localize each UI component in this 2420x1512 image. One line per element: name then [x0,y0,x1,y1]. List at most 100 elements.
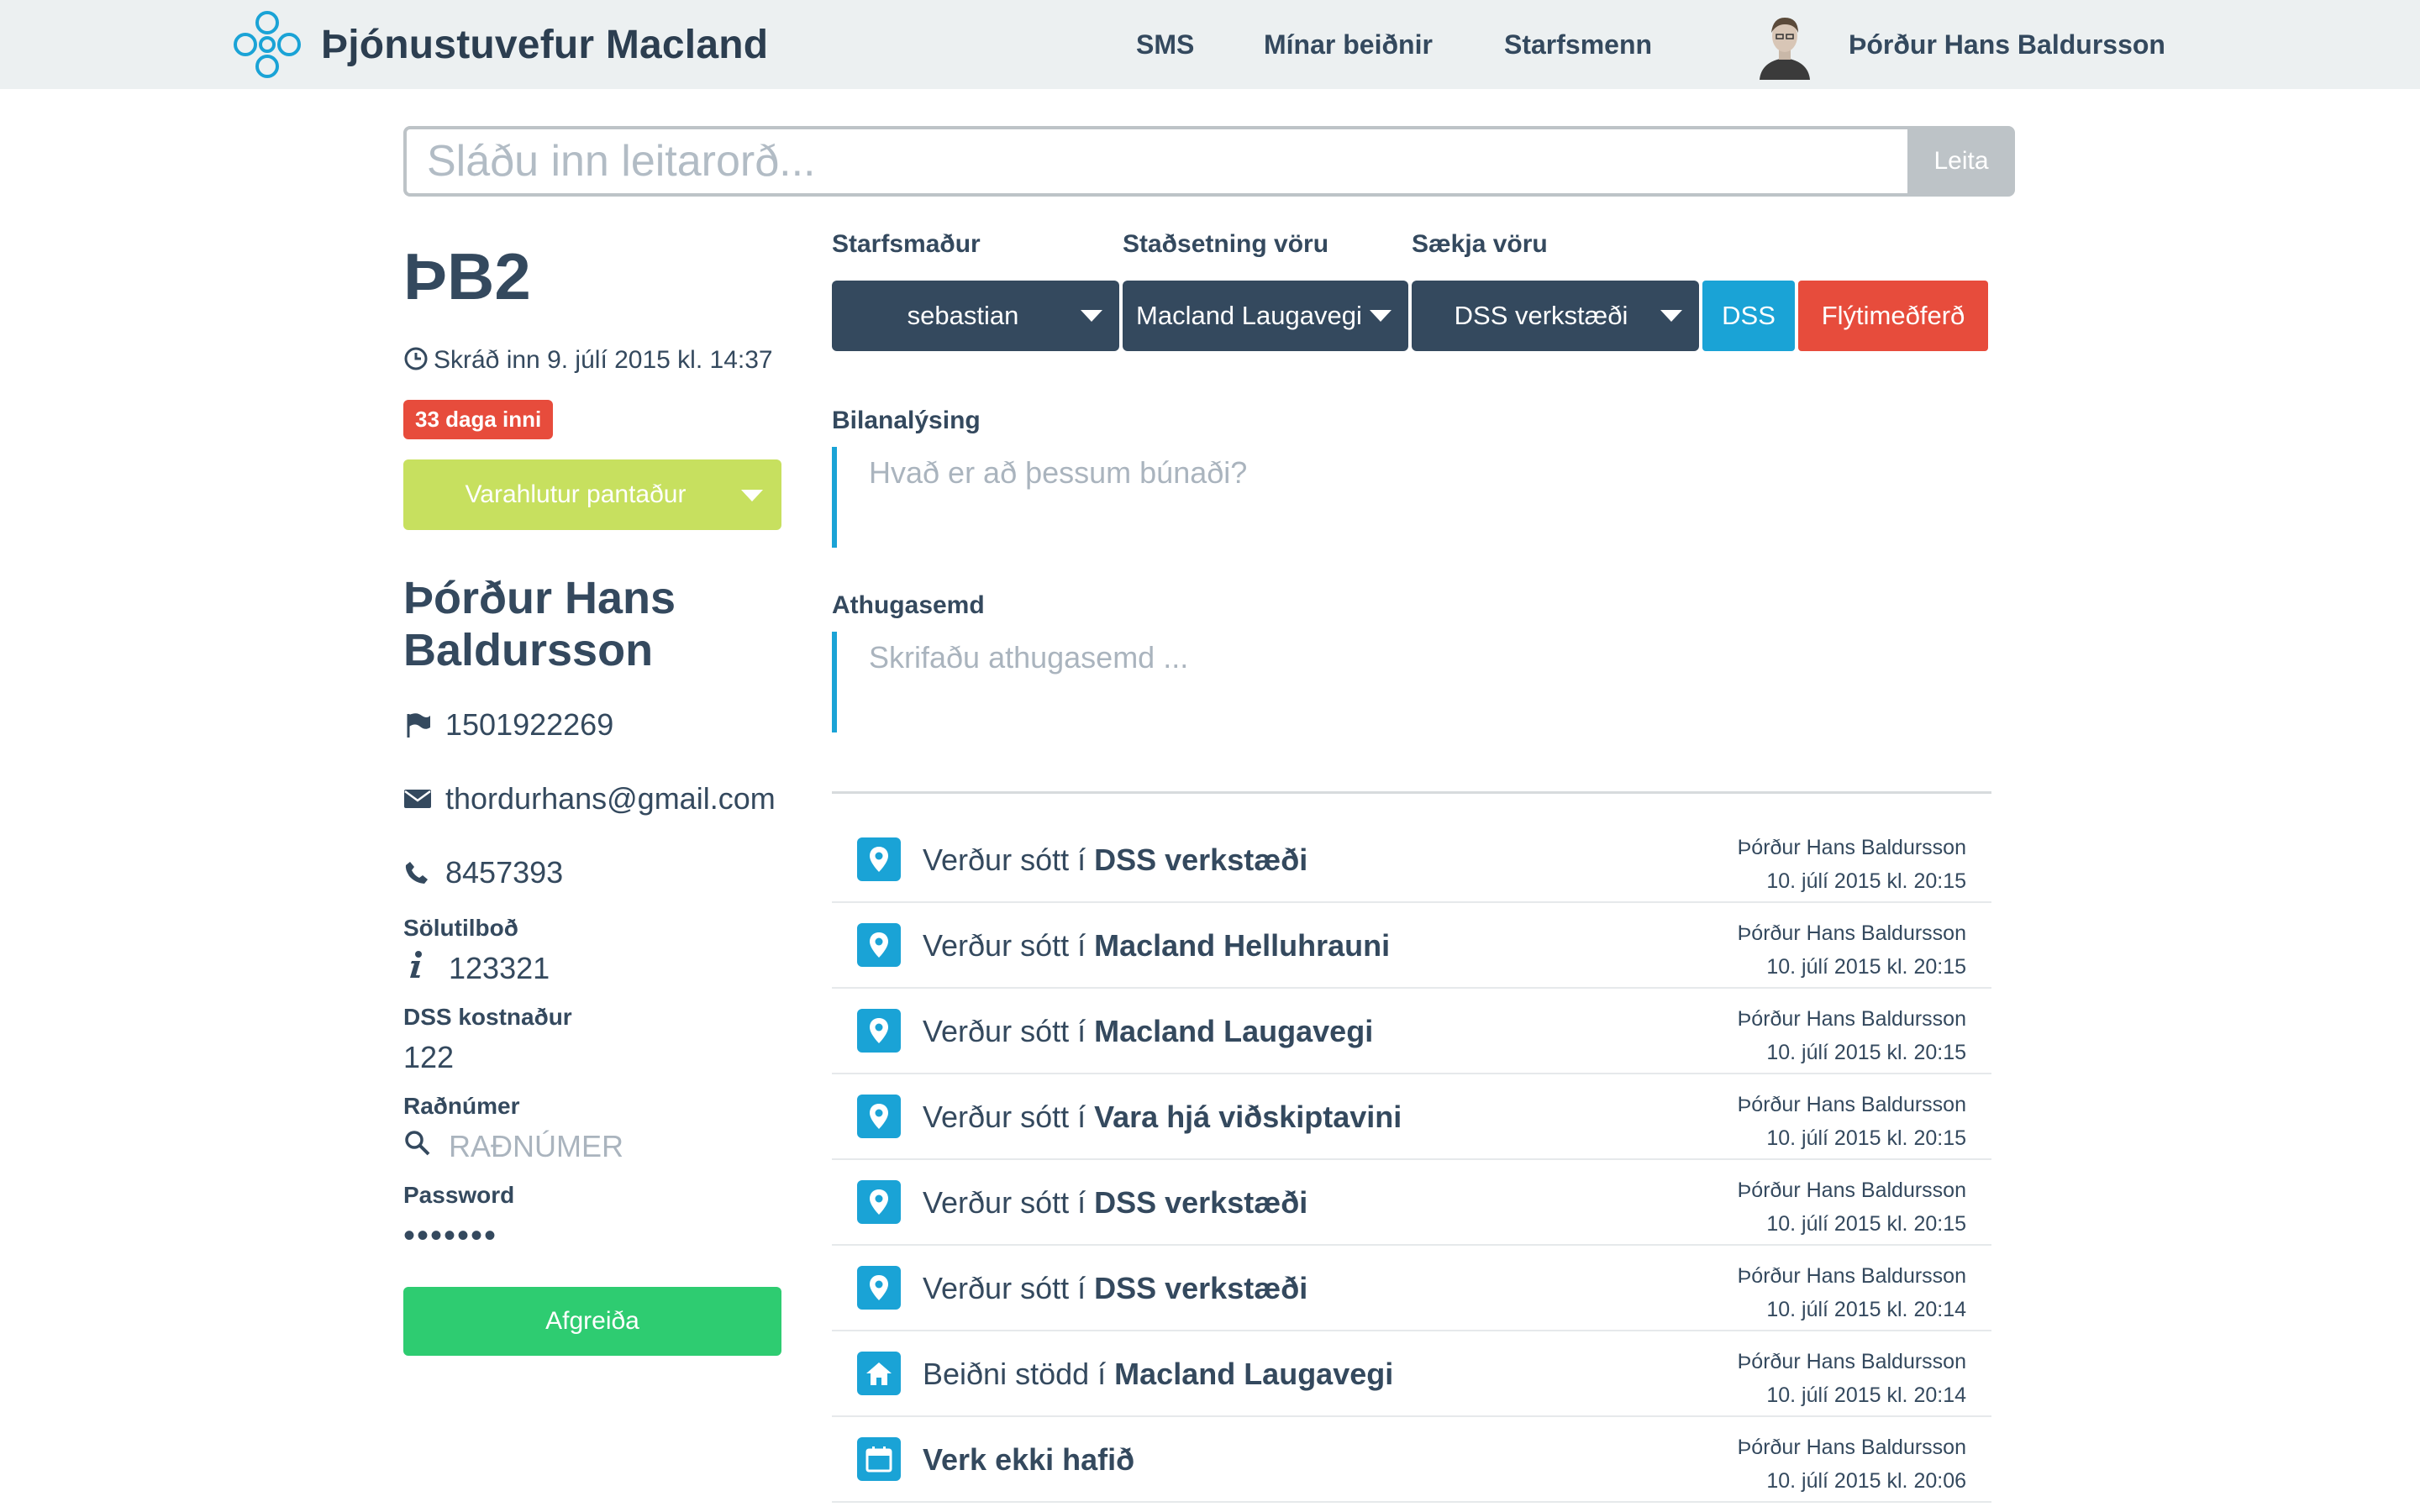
password-field[interactable]: ••••••• [403,1217,783,1255]
phone-icon [403,859,445,886]
checked-in-text: Skráð inn 9. júlí 2015 kl. 14:37 [434,346,773,374]
log-time: 10. júlí 2015 kl. 20:15 [1766,1126,1966,1150]
dss-cost-value[interactable]: 122 [403,1039,783,1076]
checked-in-info: Skráð inn 9. júlí 2015 kl. 14:37 [403,343,783,381]
days-in-badge: 33 daga inni [403,400,554,439]
calendar-icon [857,1437,901,1481]
location-pin-icon [857,837,901,881]
brand[interactable]: Þjónustuvefur Macland [227,7,768,82]
customer-kennitala: 1501922269 [403,700,783,750]
log-text: Beiðni stödd í Macland Laugavegi [923,1331,1393,1417]
chevron-down-icon [1081,310,1102,322]
log-row: Verk ekki hafið Þórður Hans Baldursson 10.… [832,1417,1991,1503]
macland-logo-icon [234,11,301,78]
ticket-sidebar: ÞB2 Skráð inn 9. júlí 2015 kl. 14:37 33 … [403,218,783,1356]
log-author: Þórður Hans Baldursson [1737,1350,1966,1373]
status-dropdown[interactable]: Varahlutur pantaður [403,459,781,530]
log-author: Þórður Hans Baldursson [1737,1436,1966,1459]
employee-label: Starfsmaður [832,230,981,258]
rush-button[interactable]: Flýtimeðferð [1798,281,1988,351]
kennitala-value: 1501922269 [445,707,614,742]
log-target: Macland Laugavegi [1114,1357,1394,1391]
log-meta: Þórður Hans Baldursson 10. júlí 2015 kl. … [1738,1431,1966,1498]
log-prefix: Verður sótt í [923,1100,1086,1134]
log-prefix: Verður sótt í [923,1185,1086,1220]
log-target: DSS verkstæði [1094,1185,1308,1220]
log-target: Vara hjá viðskiptavini [1094,1100,1402,1134]
log-meta: Þórður Hans Baldursson 10. júlí 2015 kl. … [1738,916,1966,984]
pickup-label: Sækja vöru [1412,230,1548,258]
log-target: Macland Helluhrauni [1094,928,1391,963]
location-pin-icon [857,1095,901,1138]
top-navbar: Þjónustuvefur Macland SMS Mínar beiðnir … [0,0,2420,89]
dss-cost-label: DSS kostnaður [403,1004,572,1030]
log-row: Verður sótt í Macland Laugavegi Þórður Han… [832,989,1991,1074]
search-input[interactable] [403,126,1907,197]
submit-button[interactable]: Afgreiða [403,1287,781,1356]
ticket-main: Starfsmaður Staðsetning vöru Sækja vöru … [832,218,1991,1503]
pickup-dropdown[interactable]: DSS verkstæði [1412,281,1699,351]
filter-labels: Starfsmaður Staðsetning vöru Sækja vöru [832,218,1991,269]
fault-description-label: Bilanalýsing [832,407,981,434]
user-menu[interactable]: Þórður Hans Baldursson [1753,5,2165,84]
log-author: Þórður Hans Baldursson [1737,1264,1966,1288]
log-time: 10. júlí 2015 kl. 20:15 [1766,869,1966,893]
nav-my-requests[interactable]: Mínar beiðnir [1264,0,1433,89]
dss-button[interactable]: DSS [1702,281,1795,351]
search-icon [403,1129,449,1165]
log-time: 10. júlí 2015 kl. 20:14 [1766,1383,1966,1407]
chevron-down-icon [1370,310,1392,322]
chevron-down-icon [1660,310,1682,322]
solutilbod-label: Sölutilboð [403,915,518,941]
log-row: Verður sótt í Vara hjá viðskiptavini Þórðu… [832,1074,1991,1160]
location-label: Staðsetning vöru [1123,230,1329,258]
customer-email: thordurhans@gmail.com [403,774,783,824]
brand-title: Þjónustuvefur Macland [321,22,769,67]
nav-sms[interactable]: SMS [1136,0,1194,89]
employee-dropdown[interactable]: sebastian [832,281,1119,351]
comment-input[interactable]: Skrifaðu athugasemd ... [832,632,1991,732]
log-row: Verður sótt í DSS verkstæði Þórður Hans Ba… [832,1160,1991,1246]
log-author: Þórður Hans Baldursson [1737,1093,1966,1116]
log-time: 10. júlí 2015 kl. 20:15 [1766,1212,1966,1236]
ticket-id: ÞB2 [403,239,531,313]
envelope-icon [403,788,445,810]
solutilbod-value[interactable]: 123321 [449,951,550,986]
log-meta: Þórður Hans Baldursson 10. júlí 2015 kl. … [1738,1002,1966,1069]
search-bar: Leita [403,126,2015,197]
log-target: DSS verkstæði [1094,1271,1308,1305]
activity-log: Verður sótt í DSS verkstæði Þórður Hans Ba… [832,817,1991,1503]
log-author: Þórður Hans Baldursson [1737,1007,1966,1031]
serial-number-field [403,1128,783,1165]
location-pin-icon [857,1180,901,1224]
log-prefix: Verður sótt í [923,928,1086,963]
log-row: Verður sótt í DSS verkstæði Þórður Hans Ba… [832,1246,1991,1331]
log-target: Macland Laugavegi [1094,1014,1374,1048]
nav-employees[interactable]: Starfsmenn [1504,0,1652,89]
log-text: Verður sótt í Vara hjá viðskiptavini [923,1074,1402,1160]
email-value[interactable]: thordurhans@gmail.com [445,781,776,816]
home-icon [857,1352,901,1395]
log-time: 10. júlí 2015 kl. 20:15 [1766,955,1966,979]
log-text: Verður sótt í DSS verkstæði [923,817,1307,903]
location-dropdown[interactable]: Macland Laugavegi [1123,281,1408,351]
log-target: DSS verkstæði [1094,843,1308,877]
search-button[interactable]: Leita [1907,126,2015,197]
serial-number-input[interactable] [449,1129,768,1164]
log-meta: Þórður Hans Baldursson 10. júlí 2015 kl. … [1738,1259,1966,1326]
fault-description-input[interactable]: Hvað er að þessum búnaði? [832,447,1991,548]
log-meta: Þórður Hans Baldursson 10. júlí 2015 kl. … [1738,1173,1966,1241]
log-row: Verður sótt í DSS verkstæði Þórður Hans Ba… [832,817,1991,903]
filter-bar: sebastian Macland Laugavegi DSS verkstæð… [832,281,1991,351]
log-text: Verður sótt í DSS verkstæði [923,1160,1307,1246]
flag-icon [403,711,445,739]
log-meta: Þórður Hans Baldursson 10. júlí 2015 kl. … [1738,1345,1966,1412]
password-label: Password [403,1182,515,1208]
log-text: Verður sótt í DSS verkstæði [923,1246,1307,1331]
divider [832,791,1991,794]
log-prefix: Verður sótt í [923,1271,1086,1305]
phone-value[interactable]: 8457393 [445,855,563,890]
log-time: 10. júlí 2015 kl. 20:14 [1766,1298,1966,1321]
log-target: Verk ekki hafið [923,1442,1135,1477]
log-meta: Þórður Hans Baldursson 10. júlí 2015 kl. … [1738,831,1966,898]
